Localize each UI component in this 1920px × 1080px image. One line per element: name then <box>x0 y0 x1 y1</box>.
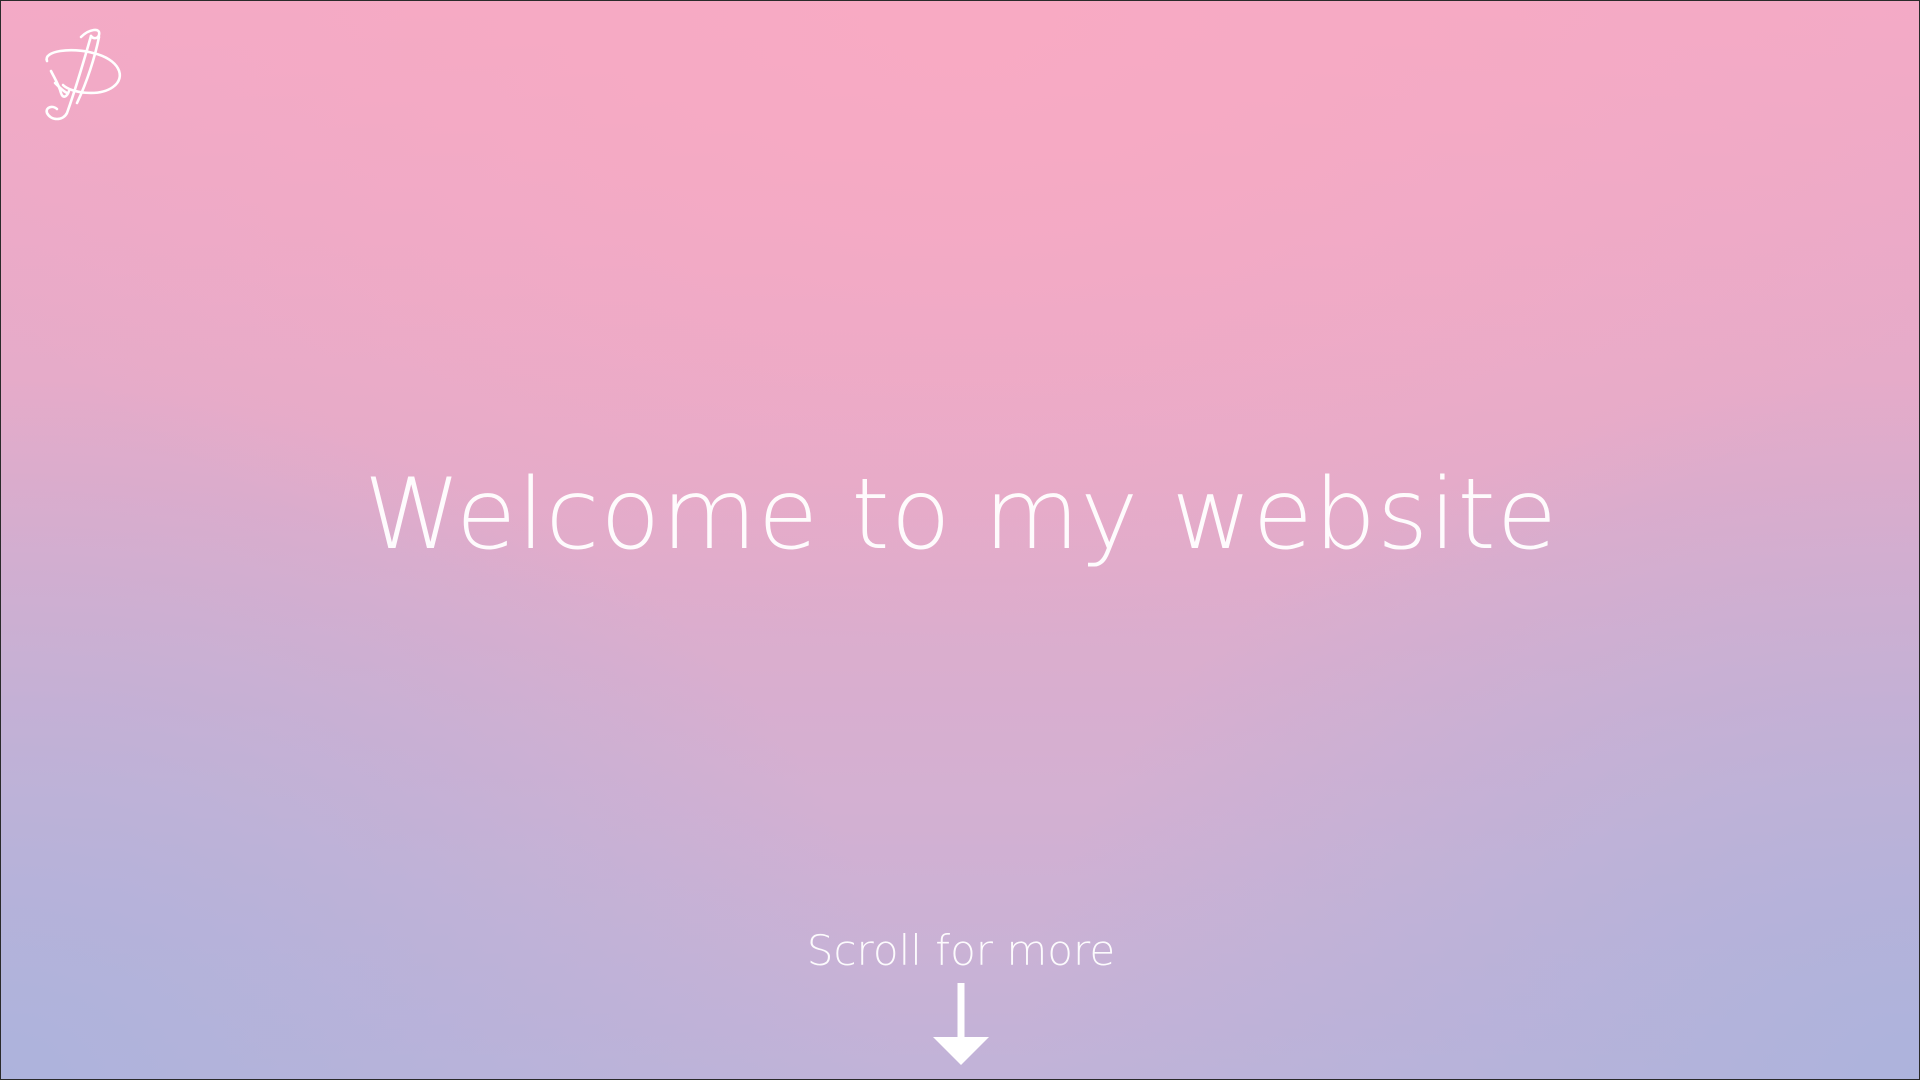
signature-logo-icon[interactable] <box>41 27 125 123</box>
page-title: Welcome to my website <box>363 457 1559 572</box>
arrow-down-icon <box>931 983 991 1069</box>
hero-section: Welcome to my website Scroll for more <box>0 0 1920 1080</box>
scroll-label: Scroll for more <box>806 926 1116 975</box>
scroll-for-more-link[interactable]: Scroll for more <box>761 919 1161 1069</box>
